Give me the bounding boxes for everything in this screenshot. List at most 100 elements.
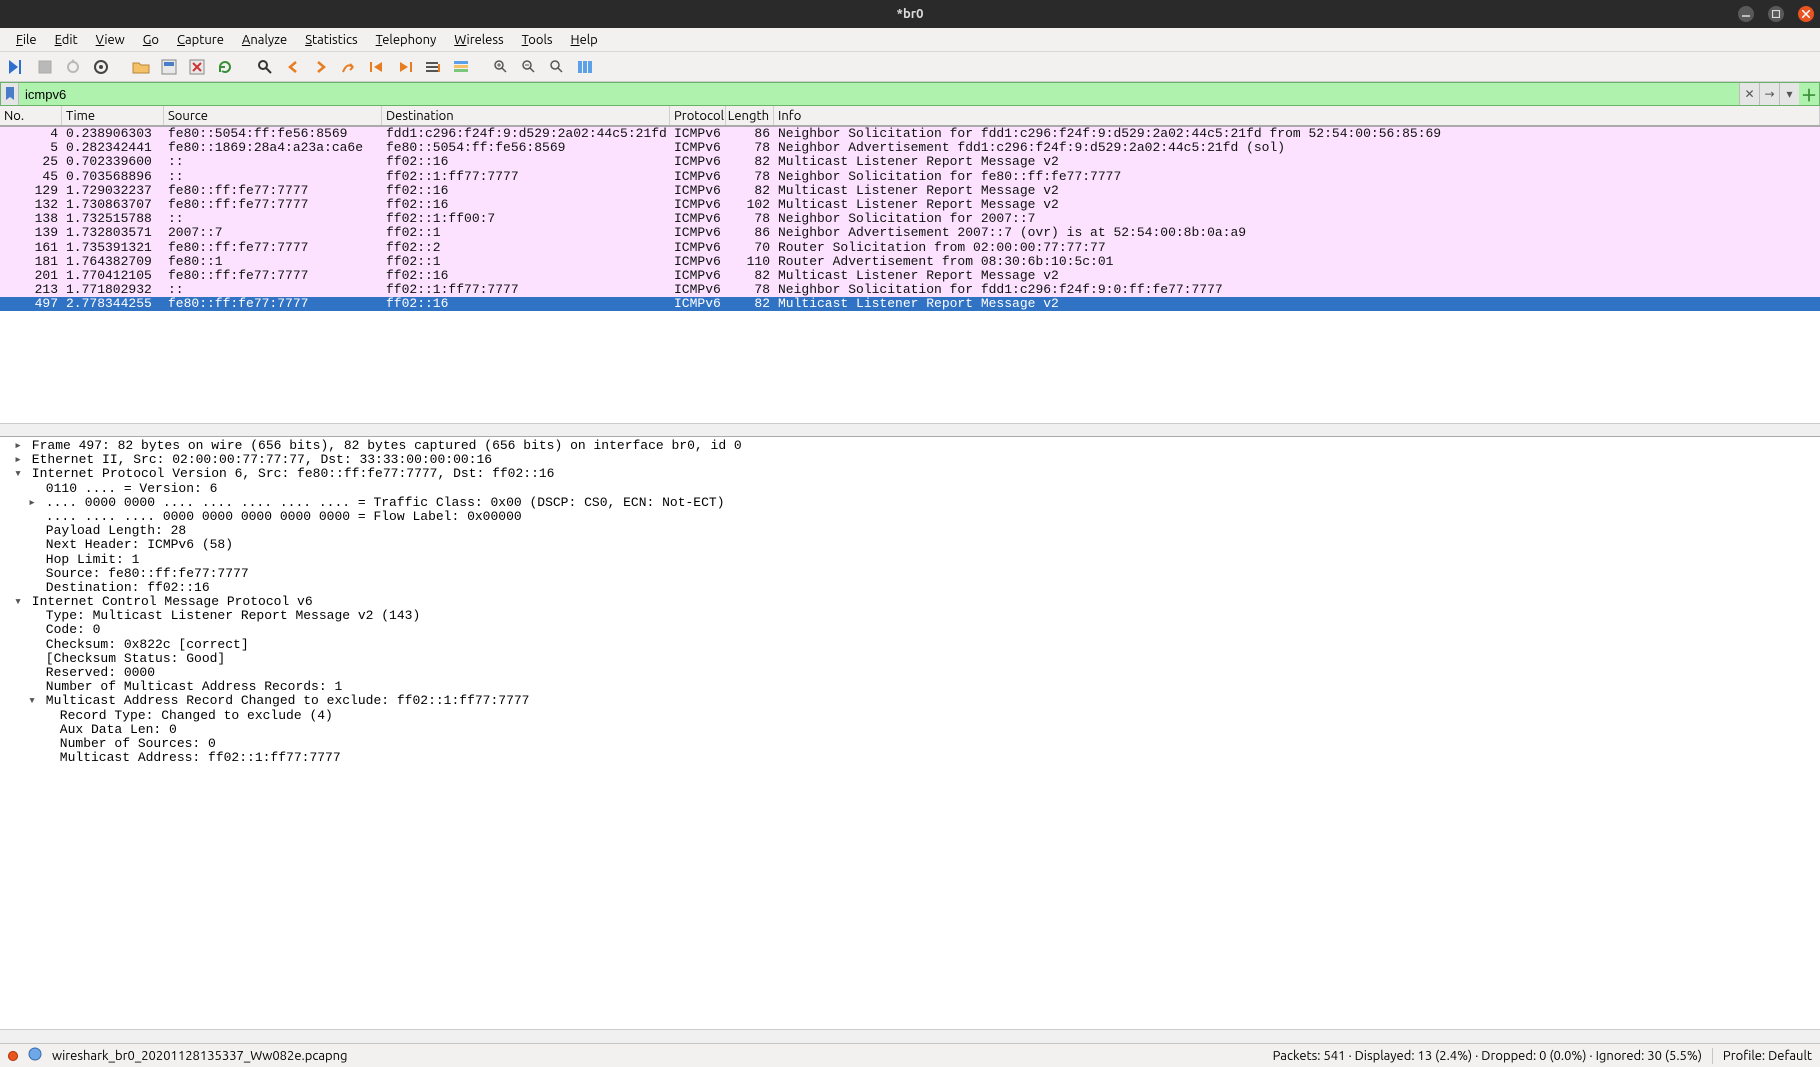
detail-line[interactable]: .... .... .... 0000 0000 0000 0000 0000 … [0, 510, 1820, 524]
menu-tools[interactable]: Tools [514, 31, 561, 49]
tree-toggle-icon[interactable]: ▾ [12, 467, 24, 481]
window-close-button[interactable] [1798, 6, 1814, 22]
menu-wireless[interactable]: Wireless [446, 31, 511, 49]
detail-line[interactable]: Aux Data Len: 0 [0, 723, 1820, 737]
column-header-info[interactable]: Info [774, 106, 1820, 125]
column-header-protocol[interactable]: Protocol [670, 106, 726, 125]
detail-line[interactable]: Next Header: ICMPv6 (58) [0, 538, 1820, 552]
packet-row[interactable]: 450.703568896::ff02::1:ff77:7777ICMPv678… [0, 170, 1820, 184]
hex-view-hscroll[interactable] [0, 1029, 1820, 1043]
detail-line[interactable]: Number of Sources: 0 [0, 737, 1820, 751]
detail-line[interactable]: Hop Limit: 1 [0, 553, 1820, 567]
detail-line[interactable]: Record Type: Changed to exclude (4) [0, 709, 1820, 723]
reload-file-button[interactable] [212, 55, 238, 79]
detail-line[interactable]: ▾ Internet Protocol Version 6, Src: fe80… [0, 467, 1820, 481]
packet-row[interactable]: 4972.778344255fe80::ff:fe77:7777ff02::16… [0, 297, 1820, 311]
detail-line[interactable]: Number of Multicast Address Records: 1 [0, 680, 1820, 694]
packet-row[interactable]: 1811.764382709fe80::1ff02::1ICMPv6110Rou… [0, 255, 1820, 269]
detail-line[interactable]: Reserved: 0000 [0, 666, 1820, 680]
detail-line[interactable]: ▸ Frame 497: 82 bytes on wire (656 bits)… [0, 439, 1820, 453]
last-packet-button[interactable] [392, 55, 418, 79]
detail-line[interactable]: Type: Multicast Listener Report Message … [0, 609, 1820, 623]
zoom-in-button[interactable] [488, 55, 514, 79]
toolbar [0, 52, 1820, 82]
column-header-destination[interactable]: Destination [382, 106, 670, 125]
detail-line[interactable]: ▸ .... 0000 0000 .... .... .... .... ...… [0, 496, 1820, 510]
filter-apply-button[interactable]: → [1759, 83, 1779, 105]
filter-recent-button[interactable]: ▾ [1779, 83, 1799, 105]
packet-row[interactable]: 1321.730863707fe80::ff:fe77:7777ff02::16… [0, 198, 1820, 212]
menu-edit[interactable]: Edit [47, 31, 86, 49]
tree-toggle-icon [26, 623, 38, 637]
profile-label[interactable]: Profile: Default [1723, 1049, 1812, 1063]
zoom-out-button[interactable] [516, 55, 542, 79]
detail-line[interactable]: [Checksum Status: Good] [0, 652, 1820, 666]
detail-line[interactable]: ▸ Ethernet II, Src: 02:00:00:77:77:77, D… [0, 453, 1820, 467]
filter-bookmark-button[interactable] [1, 83, 19, 105]
packet-row[interactable]: 2131.771802932::ff02::1:ff77:7777ICMPv67… [0, 283, 1820, 297]
start-capture-button[interactable] [4, 55, 30, 79]
tree-toggle-icon [26, 482, 38, 496]
packet-list-hscroll[interactable] [0, 423, 1820, 436]
colorize-button[interactable] [448, 55, 474, 79]
detail-line[interactable]: Destination: ff02::16 [0, 581, 1820, 595]
packet-list[interactable]: 40.238906303fe80::5054:ff:fe56:8569fdd1:… [0, 127, 1820, 311]
packet-row[interactable]: 1381.732515788::ff02::1:ff00:7ICMPv678Ne… [0, 212, 1820, 226]
menu-statistics[interactable]: Statistics [297, 31, 365, 49]
column-header-source[interactable]: Source [164, 106, 382, 125]
detail-line[interactable]: Multicast Address: ff02::1:ff77:7777 [0, 751, 1820, 765]
menu-capture[interactable]: Capture [169, 31, 232, 49]
first-packet-button[interactable] [364, 55, 390, 79]
window-minimize-button[interactable] [1738, 6, 1754, 22]
menu-help[interactable]: Help [563, 31, 606, 49]
column-header-no[interactable]: No. [0, 106, 62, 125]
packet-details-tree[interactable]: ▸ Frame 497: 82 bytes on wire (656 bits)… [0, 436, 1820, 1029]
packet-row[interactable]: 1611.735391321fe80::ff:fe77:7777ff02::2I… [0, 241, 1820, 255]
menu-go[interactable]: Go [135, 31, 167, 49]
tree-toggle-icon[interactable]: ▸ [12, 439, 24, 453]
detail-line[interactable]: Payload Length: 28 [0, 524, 1820, 538]
tree-toggle-icon[interactable]: ▸ [26, 496, 38, 510]
tree-toggle-icon [26, 666, 38, 680]
autoscroll-button[interactable] [420, 55, 446, 79]
detail-line[interactable]: Checksum: 0x822c [correct] [0, 638, 1820, 652]
restart-capture-button[interactable] [60, 55, 86, 79]
stop-capture-button[interactable] [32, 55, 58, 79]
save-file-button[interactable] [156, 55, 182, 79]
open-file-button[interactable] [128, 55, 154, 79]
add-filter-expression-button[interactable]: ＋ [1799, 83, 1819, 105]
detail-line[interactable]: ▾ Internet Control Message Protocol v6 [0, 595, 1820, 609]
packet-row[interactable]: 2011.770412105fe80::ff:fe77:7777ff02::16… [0, 269, 1820, 283]
go-back-button[interactable] [280, 55, 306, 79]
menu-view[interactable]: View [88, 31, 133, 49]
packet-row[interactable]: 1291.729032237fe80::ff:fe77:7777ff02::16… [0, 184, 1820, 198]
packet-row[interactable]: 50.282342441fe80::1869:28a4:a23a:ca6efe8… [0, 141, 1820, 155]
tree-toggle-icon[interactable]: ▾ [26, 694, 38, 708]
column-header-length[interactable]: Length [726, 106, 774, 125]
expert-info-icon[interactable] [28, 1047, 42, 1064]
detail-line[interactable]: Code: 0 [0, 623, 1820, 637]
find-packet-button[interactable] [252, 55, 278, 79]
column-header-time[interactable]: Time [62, 106, 164, 125]
capture-file-label[interactable]: wireshark_br0_20201128135337_Ww082e.pcap… [52, 1049, 348, 1063]
go-forward-button[interactable] [308, 55, 334, 79]
detail-line[interactable]: Source: fe80::ff:fe77:7777 [0, 567, 1820, 581]
filter-clear-button[interactable]: ✕ [1739, 83, 1759, 105]
capture-options-button[interactable] [88, 55, 114, 79]
zoom-reset-button[interactable] [544, 55, 570, 79]
tree-toggle-icon[interactable]: ▸ [12, 453, 24, 467]
packet-row[interactable]: 40.238906303fe80::5054:ff:fe56:8569fdd1:… [0, 127, 1820, 141]
packet-row[interactable]: 250.702339600::ff02::16ICMPv682Multicast… [0, 155, 1820, 169]
tree-toggle-icon[interactable]: ▾ [12, 595, 24, 609]
display-filter-input[interactable] [19, 83, 1739, 105]
goto-packet-button[interactable] [336, 55, 362, 79]
menu-telephony[interactable]: Telephony [368, 31, 445, 49]
menu-file[interactable]: File [8, 31, 45, 49]
packet-row[interactable]: 1391.7328035712007::7ff02::1ICMPv686Neig… [0, 226, 1820, 240]
menu-analyze[interactable]: Analyze [234, 31, 295, 49]
resize-columns-button[interactable] [572, 55, 598, 79]
window-maximize-button[interactable] [1768, 6, 1784, 22]
detail-line[interactable]: 0110 .... = Version: 6 [0, 482, 1820, 496]
close-file-button[interactable] [184, 55, 210, 79]
detail-line[interactable]: ▾ Multicast Address Record Changed to ex… [0, 694, 1820, 708]
